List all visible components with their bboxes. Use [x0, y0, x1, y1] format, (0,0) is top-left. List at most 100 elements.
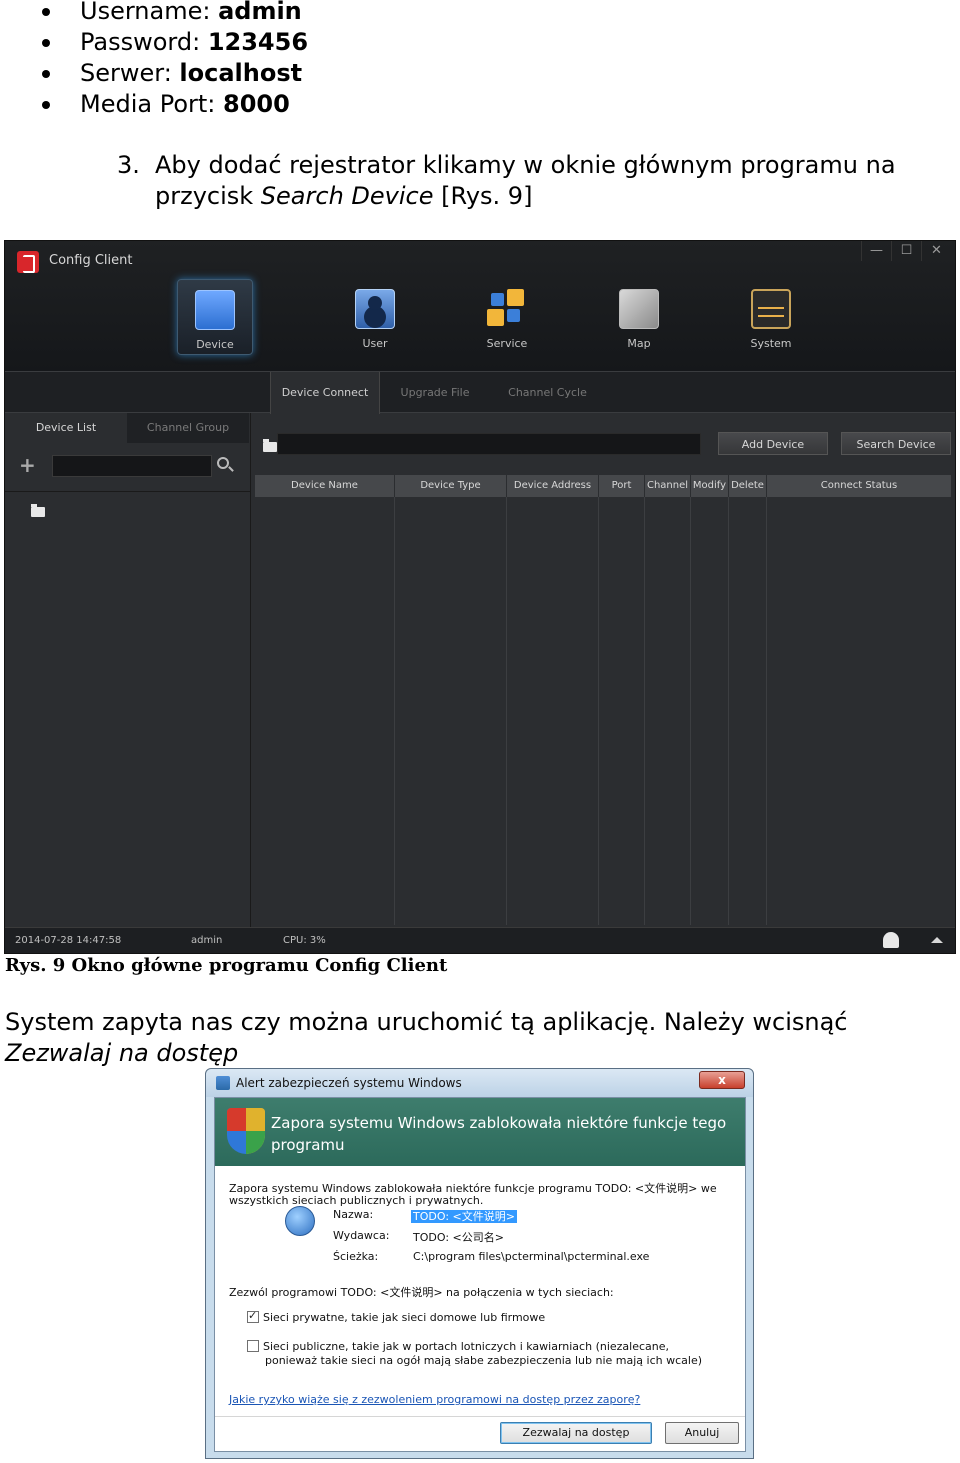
name-value: TODO: <文件说明>: [411, 1210, 517, 1223]
divider: [5, 491, 250, 492]
column-header[interactable]: Modify: [691, 475, 729, 497]
minimize-button[interactable]: —: [861, 241, 891, 261]
intro-text: wszystkich sieciach publicznych i prywat…: [229, 1194, 484, 1207]
table-header: Device Name Device Type Device Address P…: [255, 475, 951, 497]
publisher-label: Wydawca:: [333, 1229, 390, 1242]
path-field: [277, 433, 701, 455]
column-header[interactable]: Device Name: [255, 475, 395, 497]
close-button[interactable]: x: [699, 1071, 745, 1089]
instruction-paragraph: System zapyta nas czy można uruchomić tą…: [5, 1007, 955, 1069]
tab-upgrade-file[interactable]: Upgrade File: [380, 372, 490, 414]
service-icon: [487, 289, 527, 329]
item-value: admin: [218, 0, 302, 25]
risk-info-link[interactable]: Jakie ryzyko wiąże się z zezwoleniem pro…: [229, 1393, 640, 1406]
credentials-list: Username: admin Password: 123456 Serwer:…: [0, 0, 960, 120]
paragraph-text: System zapyta nas czy można uruchomić tą…: [5, 1008, 848, 1036]
alarm-icon[interactable]: [883, 932, 899, 948]
public-networks-checkbox[interactable]: [247, 1340, 259, 1352]
top-bar: Config Client — ☐ ✕ Device User Service …: [5, 241, 955, 371]
nav-map[interactable]: Map: [573, 279, 705, 355]
search-input[interactable]: [52, 455, 212, 477]
column-header[interactable]: Device Address: [507, 475, 599, 497]
dialog-body: Zapora systemu Windows zablokowała niekt…: [214, 1097, 746, 1452]
sub-tabs: Device Connect Upgrade File Channel Cycl…: [5, 371, 955, 414]
tab-device-connect[interactable]: Device Connect: [270, 372, 380, 414]
search-icon[interactable]: [217, 457, 229, 469]
item-label: Serwer:: [80, 59, 180, 87]
column-header[interactable]: Delete: [729, 475, 767, 497]
shield-icon: [227, 1108, 265, 1154]
name-label: Nazwa:: [333, 1208, 374, 1221]
cancel-button[interactable]: Anuluj: [665, 1422, 739, 1444]
close-button[interactable]: ✕: [921, 241, 951, 261]
app-logo-icon: [17, 251, 39, 273]
device-list-area: Add Device Search Device Device Name Dev…: [253, 413, 955, 927]
nav-service[interactable]: Service: [441, 279, 573, 355]
column-header[interactable]: Channel: [645, 475, 691, 497]
dialog-heading: Zapora systemu Windows zablokowała niekt…: [271, 1114, 727, 1154]
maximize-button[interactable]: ☐: [891, 241, 921, 261]
bullet-icon: [42, 101, 50, 109]
public-networks-label: Sieci publiczne, takie jak w portach lot…: [263, 1340, 670, 1353]
nav-label: System: [750, 337, 792, 350]
path-value: C:\program files\pcterminal\pcterminal.e…: [413, 1250, 650, 1263]
tab-channel-cycle[interactable]: Channel Cycle: [490, 372, 605, 414]
globe-icon: [285, 1206, 315, 1236]
bullet-icon: [42, 70, 50, 78]
private-networks-checkbox[interactable]: [247, 1309, 259, 1323]
config-client-window: Config Client — ☐ ✕ Device User Service …: [4, 240, 956, 954]
nav-label: User: [362, 337, 388, 350]
column-header[interactable]: Device Type: [395, 475, 507, 497]
folder-icon[interactable]: [31, 504, 45, 517]
status-cpu: CPU: 3%: [283, 935, 326, 946]
device-icon: [195, 290, 235, 330]
column-header[interactable]: Port: [599, 475, 645, 497]
security-icon: [216, 1076, 230, 1090]
step-button-name: Search Device: [260, 182, 434, 210]
item-label: Media Port:: [80, 90, 224, 118]
chevron-up-icon[interactable]: [931, 937, 943, 943]
item-label: Password:: [80, 28, 208, 56]
dialog-title: Alert zabezpieczeń systemu Windows: [236, 1076, 462, 1090]
status-datetime: 2014-07-28 14:47:58: [15, 935, 122, 946]
dialog-titlebar: Alert zabezpieczeń systemu Windows x: [206, 1069, 753, 1097]
nav-user[interactable]: User: [309, 279, 441, 355]
app-title: Config Client: [49, 253, 133, 268]
paragraph-button-name: Zezwalaj na dostęp: [5, 1039, 239, 1067]
nav-system[interactable]: System: [705, 279, 837, 355]
figure-caption: Rys. 9 Okno główne programu Config Clien…: [5, 955, 448, 976]
folder-icon: [263, 439, 277, 452]
publisher-value: TODO: <公司名>: [413, 1231, 504, 1244]
bullet-icon: [42, 8, 50, 16]
status-user: admin: [191, 935, 223, 946]
nav-label: Map: [627, 337, 651, 350]
add-icon[interactable]: +: [19, 453, 36, 477]
step-number: 3.: [117, 151, 140, 179]
status-bar: 2014-07-28 14:47:58 admin CPU: 3%: [5, 927, 955, 953]
nav-label: Device: [196, 338, 234, 351]
tab-channel-group[interactable]: Channel Group: [127, 413, 249, 443]
public-networks-label: ponieważ takie sieci na ogół mają słabe …: [265, 1354, 703, 1367]
allow-networks-text: Zezwól programowi TODO: <文件说明> na połącz…: [229, 1286, 614, 1299]
allow-access-button[interactable]: Zezwalaj na dostęp: [500, 1422, 652, 1444]
item-value: 123456: [207, 28, 309, 56]
step-text: Aby dodać rejestrator klikamy w oknie gł…: [155, 150, 955, 212]
nav-label: Service: [486, 337, 528, 350]
item-value: 8000: [223, 90, 290, 118]
tab-device-list[interactable]: Device List: [5, 413, 127, 443]
column-header[interactable]: Connect Status: [767, 475, 951, 497]
list-item: Username: admin: [0, 0, 960, 27]
item-label: Username:: [80, 0, 219, 25]
search-device-button[interactable]: Search Device: [841, 432, 951, 455]
add-device-button[interactable]: Add Device: [718, 432, 828, 455]
divider: [215, 1416, 745, 1417]
system-icon: [751, 289, 791, 329]
step-reference: [Rys. 9]: [433, 182, 533, 210]
map-icon: [619, 289, 659, 329]
window-controls: — ☐ ✕: [861, 241, 951, 261]
nav-device[interactable]: Device: [177, 279, 253, 355]
user-icon: [355, 289, 395, 329]
device-tree-panel: Device List Channel Group +: [5, 413, 251, 927]
list-item: Media Port: 8000: [0, 89, 960, 120]
security-alert-dialog: Alert zabezpieczeń systemu Windows x Zap…: [205, 1068, 754, 1459]
